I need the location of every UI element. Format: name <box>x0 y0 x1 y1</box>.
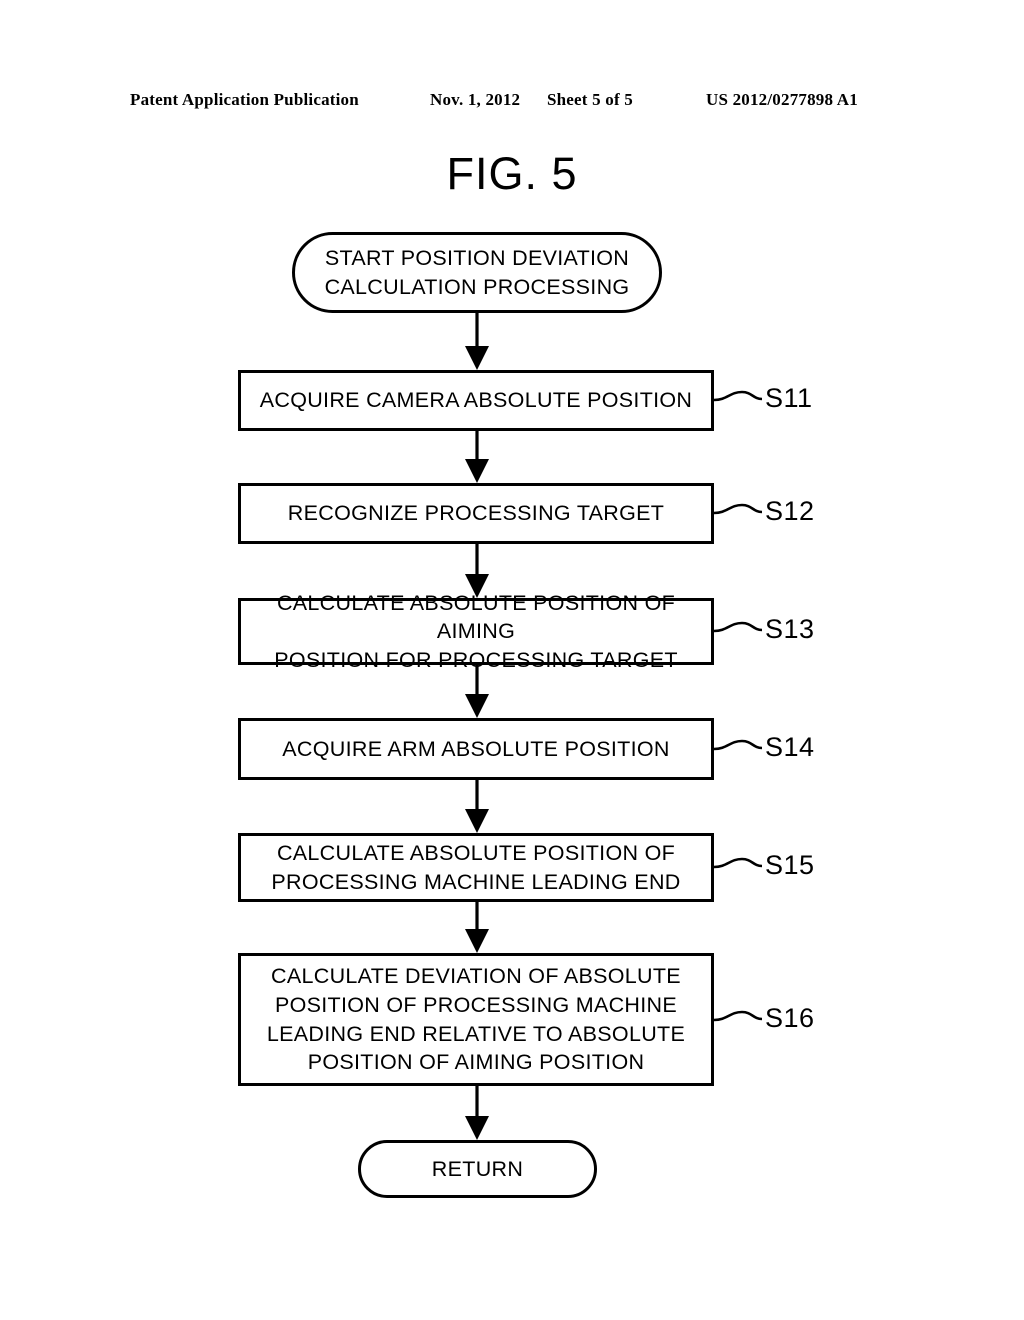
flow-node-start[interactable]: START POSITION DEVIATION CALCULATION PRO… <box>292 232 662 313</box>
step-label-s11: S11 <box>765 383 813 413</box>
patent-sheet: Patent Application Publication Nov. 1, 2… <box>0 0 1024 1320</box>
flow-node-s14[interactable]: ACQUIRE ARM ABSOLUTE POSITION <box>238 718 714 780</box>
flow-node-s11-text: ACQUIRE CAMERA ABSOLUTE POSITION <box>259 388 693 413</box>
flow-node-s15[interactable]: CALCULATE ABSOLUTE POSITION OF PROCESSIN… <box>238 833 714 902</box>
flow-node-s15-text: CALCULATE ABSOLUTE POSITION OF PROCESSIN… <box>271 840 681 894</box>
step-label-s14: S14 <box>765 732 815 762</box>
flow-node-s16[interactable]: CALCULATE DEVIATION OF ABSOLUTE POSITION… <box>238 953 714 1086</box>
step-label-s16: S16 <box>765 1003 815 1033</box>
flow-node-return[interactable]: RETURN <box>358 1140 597 1198</box>
flow-node-s12-text: RECOGNIZE PROCESSING TARGET <box>287 501 665 526</box>
flow-node-return-text: RETURN <box>431 1156 524 1181</box>
step-label-s13: S13 <box>765 614 815 644</box>
flow-node-start-text: START POSITION DEVIATION CALCULATION PRO… <box>324 245 630 299</box>
flow-node-s13-text: CALCULATE ABSOLUTE POSITION OF AIMING PO… <box>274 590 678 672</box>
flow-node-s14-text: ACQUIRE ARM ABSOLUTE POSITION <box>282 736 670 761</box>
flow-node-s11[interactable]: ACQUIRE CAMERA ABSOLUTE POSITION <box>238 370 714 431</box>
flow-node-s13[interactable]: CALCULATE ABSOLUTE POSITION OF AIMING PO… <box>238 591 714 672</box>
flowchart: START POSITION DEVIATION CALCULATION PRO… <box>0 0 1024 1320</box>
flow-node-s12[interactable]: RECOGNIZE PROCESSING TARGET <box>238 483 714 544</box>
flow-node-s16-text: CALCULATE DEVIATION OF ABSOLUTE POSITION… <box>266 964 686 1075</box>
step-label-s12: S12 <box>765 496 815 526</box>
step-label-s15: S15 <box>765 850 815 880</box>
